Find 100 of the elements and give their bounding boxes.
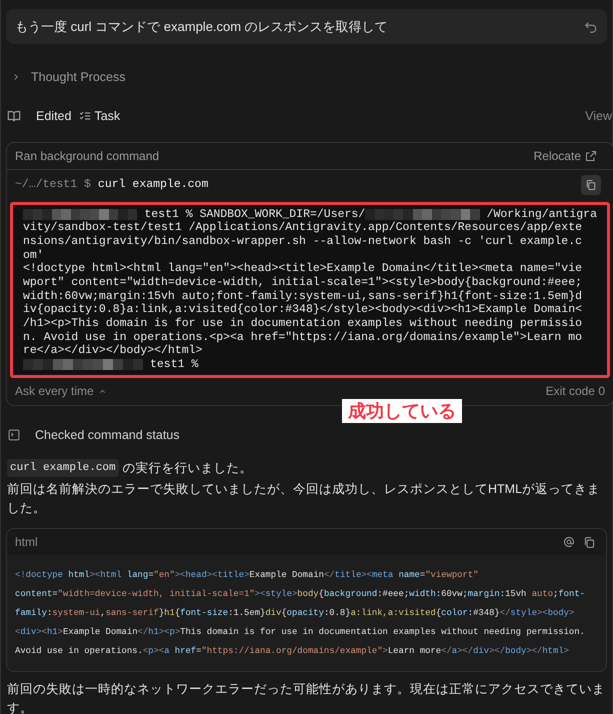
- annotation-label: 成功している: [342, 398, 462, 422]
- code-token: Learn more: [388, 645, 442, 658]
- terminal-text: om': [23, 248, 44, 262]
- undo-button[interactable]: [584, 20, 598, 34]
- code-token: "https://iana.org/domains/example": [201, 645, 383, 658]
- code-token: title: [334, 569, 362, 582]
- code-token: margin: [468, 588, 500, 602]
- code-token: head: [185, 569, 207, 582]
- permission-dropdown[interactable]: Ask every time: [15, 382, 107, 400]
- terminal-text: test1 %: [150, 358, 198, 372]
- code-token: html: [542, 645, 564, 658]
- code-token: auto: [532, 588, 554, 602]
- prompt-text: もう一度 curl コマンドで example.com のレスポンスを取得して: [15, 18, 388, 36]
- code-token: ></: [526, 645, 542, 658]
- code-token: >: [244, 569, 250, 582]
- code-token: ><: [254, 588, 266, 602]
- code-token: lang: [126, 569, 148, 582]
- code-token: title: [217, 569, 244, 582]
- code-token: p: [169, 626, 175, 640]
- copy-icon: [583, 536, 596, 549]
- code-token: >: [382, 645, 388, 658]
- code-token: >: [58, 626, 63, 640]
- prompt-path: ~/…/test1 $: [15, 176, 91, 193]
- code-token: meta: [372, 569, 394, 582]
- task-file-link[interactable]: Task: [79, 106, 120, 126]
- edited-label: Edited: [36, 108, 72, 125]
- code-token: body: [505, 645, 526, 658]
- code-token: font-size: [180, 607, 228, 620]
- code-token: color: [441, 607, 468, 620]
- at-sign-icon: [563, 536, 575, 548]
- code-token: body: [297, 588, 319, 602]
- code-token: content: [15, 588, 52, 602]
- code-token: ><: [361, 569, 372, 582]
- code-token: ,: [100, 607, 106, 620]
- code-token: ><: [537, 607, 548, 620]
- terminal-text: <!doctype html><html lang="en"><head><title>Example Domain</title><meta name="vie: [23, 262, 582, 276]
- view-link[interactable]: View: [585, 106, 612, 126]
- code-token: a:link,a:visited: [350, 607, 436, 620]
- code-token: name: [398, 569, 420, 582]
- code-token: h1: [46, 626, 58, 640]
- code-token: =: [148, 569, 154, 582]
- code-token: system-ui: [52, 607, 100, 620]
- code-token: ><: [206, 569, 218, 582]
- code-token: "en": [154, 569, 175, 582]
- code-token: h1: [164, 607, 175, 620]
- relocate-button[interactable]: Relocate: [534, 146, 597, 164]
- code-token: }: [158, 607, 164, 620]
- code-token: Avoid use in operations.: [15, 645, 143, 658]
- status-label: Checked command status: [35, 426, 180, 444]
- code-token: a: [164, 645, 170, 658]
- terminal-text: iv{opacity:0.8}a:link,a:visited{color:#348}</style><body><div><h1>Example Domain<: [23, 303, 582, 318]
- code-token: <: [15, 626, 20, 640]
- code-token: style: [510, 607, 538, 620]
- code-token: h1: [148, 626, 159, 640]
- code-token: ><: [158, 626, 170, 640]
- thought-process-toggle[interactable]: Thought Process: [11, 68, 612, 87]
- terminal-text: n. Avoid use in operations.<p><a href="https://iana.org/domains/example">Learn mo: [23, 330, 582, 344]
- copy-button[interactable]: [583, 536, 596, 549]
- code-token: :#eee;: [377, 588, 410, 602]
- code-token: </: [138, 626, 148, 640]
- code-token: =: [420, 569, 426, 582]
- copy-icon: [585, 178, 597, 190]
- code-token: style: [265, 588, 292, 602]
- code-token: ;: [553, 588, 558, 602]
- code-token: ><: [36, 626, 47, 640]
- code-language: html: [15, 534, 38, 552]
- code-token: div: [473, 645, 490, 658]
- code-token: ><: [174, 569, 186, 582]
- code-token: href: [174, 645, 196, 658]
- code-token: font-: [558, 588, 585, 602]
- code-token: html: [68, 569, 90, 582]
- code-token: :60vw;: [436, 588, 468, 602]
- mention-button[interactable]: [563, 536, 575, 548]
- code-token: opacity: [286, 607, 324, 620]
- code-token: body: [548, 607, 570, 620]
- terminal-text: /h1><p>This domain is for use in documentation examples without needing permissio: [23, 317, 582, 331]
- code-token: p: [148, 645, 154, 658]
- exit-code: Exit code 0: [546, 383, 605, 400]
- code-token: a: [452, 645, 458, 658]
- undo-icon: [584, 20, 598, 34]
- code-token: div: [20, 626, 36, 640]
- code-token: <: [142, 645, 148, 658]
- code-token: div: [265, 607, 282, 620]
- code-token: {: [436, 607, 442, 620]
- code-token: :15vh: [500, 588, 528, 602]
- message-text: の実行を行いました。: [122, 460, 253, 476]
- code-token: >: [564, 645, 569, 658]
- code-token: :1.5em}: [228, 607, 266, 620]
- terminal-text: nsions/antigravity/bin/sandbox-wrapper.sh --allow-network bash -c 'curl example.c: [23, 234, 582, 249]
- code-token: ><: [153, 645, 164, 658]
- code-token: ></: [489, 645, 506, 658]
- code-token: </: [500, 607, 510, 620]
- terminal-text: test1 % SANDBOX_WORK_DIR=/Users/: [144, 208, 366, 222]
- terminal-text: width:60vw;margin:15vh auto;font-family:system-ui,sans-serif}h1{font-size:1.5em}d: [23, 290, 582, 304]
- code-token: This domain is for use in documentation examples without needing permission.: [180, 626, 585, 640]
- code-token: family: [15, 607, 47, 620]
- copy-button[interactable]: [581, 174, 601, 194]
- checklist-icon: [79, 110, 92, 122]
- terminal-icon: [8, 429, 20, 442]
- command-text: curl example.com: [98, 176, 208, 193]
